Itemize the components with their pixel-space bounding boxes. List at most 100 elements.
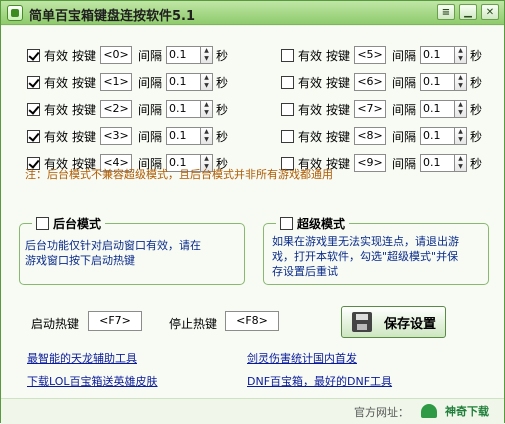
interval-label: 间隔 xyxy=(392,129,417,144)
link-dnf-box[interactable]: DNF百宝箱，最好的DNF工具 xyxy=(247,373,392,389)
key-9-interval-input[interactable]: 0.1 xyxy=(420,154,455,172)
start-hotkey-field[interactable]: <F7> xyxy=(88,311,142,331)
key-0-interval-spinner[interactable]: ▲ ▼ xyxy=(200,46,214,64)
super-mode-desc-line1: 如果在游戏里无法实现连点，请退出游 xyxy=(272,235,459,248)
valid-label: 有效 xyxy=(298,129,323,144)
close-button[interactable]: ✕ xyxy=(481,4,499,20)
key-label: 按键 xyxy=(326,129,351,144)
spin-down-icon[interactable]: ▼ xyxy=(455,109,466,117)
key-2-interval-spinner[interactable]: ▲ ▼ xyxy=(200,100,214,118)
key-label: 按键 xyxy=(72,48,97,63)
settings-button[interactable]: ≡ xyxy=(437,4,455,20)
spin-up-icon[interactable]: ▲ xyxy=(455,74,466,82)
key-6-interval-input[interactable]: 0.1 xyxy=(420,73,455,91)
compatibility-note: 注：后台模式不兼容超级模式，且后台模式并非所有游戏都通用 xyxy=(25,168,333,181)
spin-up-icon[interactable]: ▲ xyxy=(201,155,212,163)
key-1-field[interactable]: <1> xyxy=(100,73,133,91)
key-5-field[interactable]: <5> xyxy=(354,46,387,64)
seconds-label: 秒 xyxy=(470,75,483,90)
key-0-field[interactable]: <0> xyxy=(100,46,133,64)
link-jianling-stats[interactable]: 剑灵伤害统计国内首发 xyxy=(247,350,357,366)
minimize-button[interactable]: ▁ xyxy=(459,4,477,20)
window-title: 简单百宝箱键盘连按软件5.1 xyxy=(29,9,196,24)
key-2-enabled-checkbox[interactable] xyxy=(27,102,40,116)
key-8-enabled-checkbox[interactable] xyxy=(281,129,294,143)
app-window: 简单百宝箱键盘连按软件5.1 ≡ ▁ ✕ 有效 按键 <0> 间隔 0.1 ▲ ▼… xyxy=(0,0,505,424)
super-mode-checkbox[interactable] xyxy=(280,217,293,230)
spin-up-icon[interactable]: ▲ xyxy=(201,47,212,55)
key-9-field[interactable]: <9> xyxy=(354,154,387,172)
spin-down-icon[interactable]: ▼ xyxy=(201,55,212,63)
watermark: 神奇下载 xyxy=(421,401,501,421)
spin-down-icon[interactable]: ▼ xyxy=(455,82,466,90)
spin-up-icon[interactable]: ▲ xyxy=(455,128,466,136)
key-row-3: 有效 按键 <3> 间隔 0.1 ▲ ▼ 秒 xyxy=(27,125,232,147)
key-7-field[interactable]: <7> xyxy=(354,100,387,118)
stop-hotkey-field[interactable]: <F8> xyxy=(225,311,279,331)
super-mode-header: 超级模式 xyxy=(276,215,350,232)
key-0-interval-input[interactable]: 0.1 xyxy=(166,46,201,64)
key-2-interval-input[interactable]: 0.1 xyxy=(166,100,201,118)
key-6-field[interactable]: <6> xyxy=(354,73,387,91)
spin-down-icon[interactable]: ▼ xyxy=(455,163,466,171)
valid-label: 有效 xyxy=(298,102,323,117)
key-row-2: 有效 按键 <2> 间隔 0.1 ▲ ▼ 秒 xyxy=(27,98,232,120)
key-8-interval-input[interactable]: 0.1 xyxy=(420,127,455,145)
spin-down-icon[interactable]: ▼ xyxy=(201,136,212,144)
spin-up-icon[interactable]: ▲ xyxy=(201,101,212,109)
link-tianlong-tool[interactable]: 最智能的天龙辅助工具 xyxy=(27,350,137,366)
seconds-label: 秒 xyxy=(470,156,483,171)
save-settings-label: 保存设置 xyxy=(384,316,437,332)
key-5-enabled-checkbox[interactable] xyxy=(281,48,294,62)
interval-label: 间隔 xyxy=(392,156,417,171)
save-settings-button[interactable]: 保存设置 xyxy=(341,306,446,338)
key-2-field[interactable]: <2> xyxy=(100,100,133,118)
footer-bar: 官方网址： 神奇下载 xyxy=(1,398,504,424)
key-1-interval-input[interactable]: 0.1 xyxy=(166,73,201,91)
spin-up-icon[interactable]: ▲ xyxy=(201,128,212,136)
key-3-enabled-checkbox[interactable] xyxy=(27,129,40,143)
spin-up-icon[interactable]: ▲ xyxy=(455,155,466,163)
watermark-logo-icon xyxy=(421,404,437,418)
background-mode-description: 后台功能仅针对启动窗口有效，请在 游戏窗口按下启动热键 xyxy=(25,238,201,268)
key-8-interval-spinner[interactable]: ▲ ▼ xyxy=(454,127,468,145)
interval-label: 间隔 xyxy=(392,48,417,63)
key-row-0: 有效 按键 <0> 间隔 0.1 ▲ ▼ 秒 xyxy=(27,44,232,66)
key-9-interval-spinner[interactable]: ▲ ▼ xyxy=(454,154,468,172)
key-7-enabled-checkbox[interactable] xyxy=(281,102,294,116)
title-bar: 简单百宝箱键盘连按软件5.1 ≡ ▁ ✕ xyxy=(1,1,504,25)
key-label: 按键 xyxy=(72,75,97,90)
key-5-interval-input[interactable]: 0.1 xyxy=(420,46,455,64)
save-icon xyxy=(352,312,372,332)
key-0-enabled-checkbox[interactable] xyxy=(27,48,40,62)
key-7-interval-spinner[interactable]: ▲ ▼ xyxy=(454,100,468,118)
spin-up-icon[interactable]: ▲ xyxy=(201,74,212,82)
key-6-interval-spinner[interactable]: ▲ ▼ xyxy=(454,73,468,91)
spin-down-icon[interactable]: ▼ xyxy=(201,109,212,117)
spin-down-icon[interactable]: ▼ xyxy=(201,82,212,90)
key-3-interval-spinner[interactable]: ▲ ▼ xyxy=(200,127,214,145)
key-8-field[interactable]: <8> xyxy=(354,127,387,145)
key-1-interval-spinner[interactable]: ▲ ▼ xyxy=(200,73,214,91)
background-mode-checkbox[interactable] xyxy=(36,217,49,230)
spin-down-icon[interactable]: ▼ xyxy=(455,136,466,144)
super-mode-desc-line3: 存设置后重试 xyxy=(272,265,338,278)
link-lol-box[interactable]: 下载LOL百宝箱送英雄皮肤 xyxy=(27,373,158,389)
spin-down-icon[interactable]: ▼ xyxy=(455,55,466,63)
key-3-interval-input[interactable]: 0.1 xyxy=(166,127,201,145)
background-mode-group: 后台模式 后台功能仅针对启动窗口有效，请在 游戏窗口按下启动热键 xyxy=(19,215,245,285)
key-6-enabled-checkbox[interactable] xyxy=(281,75,294,89)
key-7-interval-input[interactable]: 0.1 xyxy=(420,100,455,118)
background-mode-desc-line1: 后台功能仅针对启动窗口有效，请在 xyxy=(25,239,201,252)
seconds-label: 秒 xyxy=(470,102,483,117)
valid-label: 有效 xyxy=(44,102,69,117)
spin-up-icon[interactable]: ▲ xyxy=(455,47,466,55)
key-5-interval-spinner[interactable]: ▲ ▼ xyxy=(454,46,468,64)
super-mode-desc-line2: 戏，打开本软件，勾选"超级模式"并保 xyxy=(272,250,459,263)
key-1-enabled-checkbox[interactable] xyxy=(27,75,40,89)
key-3-field[interactable]: <3> xyxy=(100,127,133,145)
seconds-label: 秒 xyxy=(470,48,483,63)
key-label: 按键 xyxy=(326,48,351,63)
spin-up-icon[interactable]: ▲ xyxy=(455,101,466,109)
official-site-label: 官方网址： xyxy=(354,406,409,419)
